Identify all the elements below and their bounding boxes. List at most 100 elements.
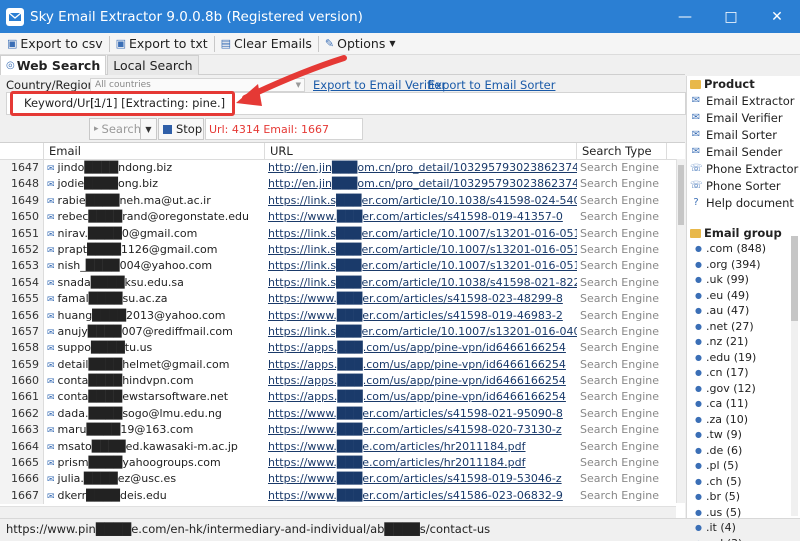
url-link[interactable]: https://link.s███er.com/article/10.1038/…	[265, 193, 577, 209]
email-group-item[interactable]: ● .ch (5)	[687, 474, 800, 490]
panel-scrollbar[interactable]	[791, 236, 798, 516]
url-link[interactable]: https://www.███er.com/articles/s41598-01…	[265, 308, 577, 324]
table-row[interactable]: 1652 ✉ prapt████1126@gmail.com https://link…	[0, 241, 685, 259]
email-group-item[interactable]: ● .it (4)	[687, 520, 800, 536]
table-row[interactable]: 1664 ✉ msato████ed.kawasaki-m.ac.jp https:/…	[0, 438, 685, 456]
url-link[interactable]: https://apps.███.com/us/app/pine-vpn/id6…	[265, 389, 577, 405]
url-link[interactable]: https://apps.███.com/us/app/pine-vpn/id6…	[265, 340, 577, 356]
email-text: conta████ewstarsoftware.net	[57, 390, 229, 404]
chevron-down-icon[interactable]: ▼	[140, 119, 156, 139]
url-link[interactable]: https://link.s███er.com/article/10.1007/…	[265, 226, 577, 242]
bullet-icon: ●	[695, 337, 702, 347]
email-group-item[interactable]: ●.ad (3)	[687, 536, 800, 541]
export-csv-button[interactable]: ▣ Export to csv	[3, 34, 107, 54]
product-item[interactable]: ☏ Phone Sorter	[687, 177, 800, 194]
table-row[interactable]: 1665 ✉ prism████yahoogroups.com https://www…	[0, 455, 685, 472]
table-row[interactable]: 1651 ✉ nirav.████0@gmail.com https://link.s…	[0, 225, 685, 242]
scrollbar-thumb[interactable]	[678, 165, 684, 225]
email-group-item[interactable]: ● .de (6)	[687, 443, 800, 459]
stop-button[interactable]: Stop	[158, 118, 204, 140]
column-header-number[interactable]	[0, 143, 44, 159]
table-row[interactable]: 1666 ✉ julia.████ez@usc.es https://www.███e…	[0, 471, 685, 488]
search-type-cell: Search Engine	[580, 406, 659, 420]
email-group-item[interactable]: ● .net (27)	[687, 319, 800, 335]
product-item[interactable]: ✉ Email Sorter	[687, 126, 800, 143]
email-group-item[interactable]: ● .za (10)	[687, 412, 800, 428]
email-group-item[interactable]: ● .com (848)	[687, 241, 800, 257]
tab-local-search[interactable]: Local Search	[107, 55, 199, 75]
url-link[interactable]: https://apps.███.com/us/app/pine-vpn/id6…	[265, 357, 577, 373]
url-link[interactable]: https://www.███e.com/articles/hr2011184.…	[265, 439, 577, 455]
url-link[interactable]: https://www.███er.com/articles/s41598-02…	[265, 291, 577, 307]
email-group-item[interactable]: ● .nz (21)	[687, 334, 800, 350]
email-group-item[interactable]: ● .tw (9)	[687, 427, 800, 443]
url-link[interactable]: https://link.s███er.com/article/10.1007/…	[265, 242, 577, 258]
table-row[interactable]: 1659 ✉ detail████helmet@gmail.com https://a…	[0, 356, 685, 374]
url-link[interactable]: https://www.███e.com/articles/hr2011184.…	[265, 455, 577, 471]
email-group-item[interactable]: ● .au (47)	[687, 303, 800, 319]
table-row[interactable]: 1662 ✉ dada.████sogo@lmu.edu.ng https://www…	[0, 405, 685, 423]
url-link[interactable]: http://en.jin███om.cn/pro_detail/1032957…	[265, 176, 577, 192]
product-item[interactable]: ☏ Phone Extractor	[687, 160, 800, 177]
search-button[interactable]: ▸ Search ▼	[89, 118, 157, 140]
table-row[interactable]: 1657 ✉ anujy████007@rediffmail.com https://…	[0, 323, 685, 341]
table-row[interactable]: 1658 ✉ suppo████tu.us https://apps.███.com/…	[0, 340, 685, 357]
url-link[interactable]: https://www.███er.com/articles/s41598-01…	[265, 209, 577, 225]
email-group-item[interactable]: ● .uk (99)	[687, 272, 800, 288]
column-header-search-type[interactable]: Search Type	[577, 143, 667, 159]
url-link[interactable]: https://www.███er.com/articles/s41598-02…	[265, 422, 577, 438]
minimize-button[interactable]: —	[662, 0, 708, 33]
table-row[interactable]: 1655 ✉ famal████su.ac.za https://www.███er.…	[0, 291, 685, 308]
options-button[interactable]: ✎ Options ▼	[321, 34, 400, 54]
table-row[interactable]: 1653 ✉ nish_████004@yahoo.com https://link.…	[0, 258, 685, 275]
export-sorter-link[interactable]: Export to Email Sorter	[428, 78, 555, 92]
table-row[interactable]: 1654 ✉ snada████ksu.edu.sa https://link.s██…	[0, 274, 685, 292]
table-row[interactable]: 1649 ✉ rabie████neh.ma@ut.ac.ir https://lin…	[0, 192, 685, 210]
email-group-item[interactable]: ● .ca (11)	[687, 396, 800, 412]
email-group-item[interactable]: ● .edu (19)	[687, 350, 800, 366]
email-group-item[interactable]: ● .br (5)	[687, 489, 800, 505]
export-txt-button[interactable]: ▣ Export to txt	[112, 34, 212, 54]
email-group-item[interactable]: ● .pl (5)	[687, 458, 800, 474]
column-header-url[interactable]: URL	[265, 143, 577, 159]
table-vertical-scrollbar[interactable]	[676, 159, 685, 503]
search-type-cell: Search Engine	[580, 472, 659, 486]
email-group-item[interactable]: ● .gov (12)	[687, 381, 800, 397]
clear-emails-button[interactable]: ▤ Clear Emails	[217, 34, 316, 54]
url-link[interactable]: http://en.jin███om.cn/pro_detail/1032957…	[265, 160, 577, 176]
table-row[interactable]: 1661 ✉ conta████ewstarsoftware.net https://…	[0, 389, 685, 406]
table-row[interactable]: 1648 ✉ jodie████ong.biz http://en.jin███om.…	[0, 176, 685, 193]
product-item[interactable]: ✉ Email Extractor	[687, 92, 800, 109]
email-group-item[interactable]: ● .org (394)	[687, 257, 800, 273]
scrollbar-thumb[interactable]	[791, 236, 798, 321]
url-link[interactable]: https://www.███er.com/articles/s41586-02…	[265, 488, 577, 504]
url-link[interactable]: https://apps.███.com/us/app/pine-vpn/id6…	[265, 373, 577, 389]
table-row[interactable]: 1647 ✉ jindo████ndong.biz http://en.jin███o…	[0, 160, 685, 177]
email-group-item[interactable]: ● .eu (49)	[687, 288, 800, 304]
close-button[interactable]: ✕	[754, 0, 800, 33]
email-group-item[interactable]: ● .cn (17)	[687, 365, 800, 381]
table-row[interactable]: 1650 ✉ rebec████rand@oregonstate.edu https:…	[0, 209, 685, 226]
email-group-item[interactable]: ● .us (5)	[687, 505, 800, 521]
maximize-button[interactable]: □	[708, 0, 754, 33]
url-link[interactable]: https://link.s███er.com/article/10.1007/…	[265, 258, 577, 274]
url-link[interactable]: https://link.s███er.com/article/10.1007/…	[265, 324, 577, 340]
column-header-email[interactable]: Email	[44, 143, 265, 159]
product-item[interactable]: ✉ Email Sender	[687, 143, 800, 160]
email-cell: ✉ snada████ksu.edu.sa	[44, 275, 265, 291]
table-row[interactable]: 1663 ✉ maru████19@163.com https://www.███er…	[0, 422, 685, 439]
email-group-item-label: .tw (9)	[705, 428, 742, 442]
url-link[interactable]: https://www.███er.com/articles/s41598-01…	[265, 471, 577, 487]
product-item[interactable]: ? Help document	[687, 194, 800, 211]
table-horizontal-scrollbar[interactable]	[0, 506, 676, 518]
product-item[interactable]: ✉ Email Verifier	[687, 109, 800, 126]
envelope-icon: ✉	[47, 344, 55, 355]
table-row[interactable]: 1667 ✉ dkerr████deis.edu https://www.███er.…	[0, 487, 685, 505]
url-link[interactable]: https://link.s███er.com/article/10.1038/…	[265, 275, 577, 291]
table-row[interactable]: 1660 ✉ conta████hindvpn.com https://apps.██…	[0, 373, 685, 390]
export-verifier-link[interactable]: Export to Email Verifier	[313, 78, 446, 92]
url-link[interactable]: https://www.███er.com/articles/s41598-02…	[265, 406, 577, 422]
country-select[interactable]: All countries ▼	[90, 78, 305, 92]
tab-web-search[interactable]: ◎ Web Search	[0, 55, 107, 75]
table-row[interactable]: 1656 ✉ huang████2013@yahoo.com https://www.…	[0, 307, 685, 324]
